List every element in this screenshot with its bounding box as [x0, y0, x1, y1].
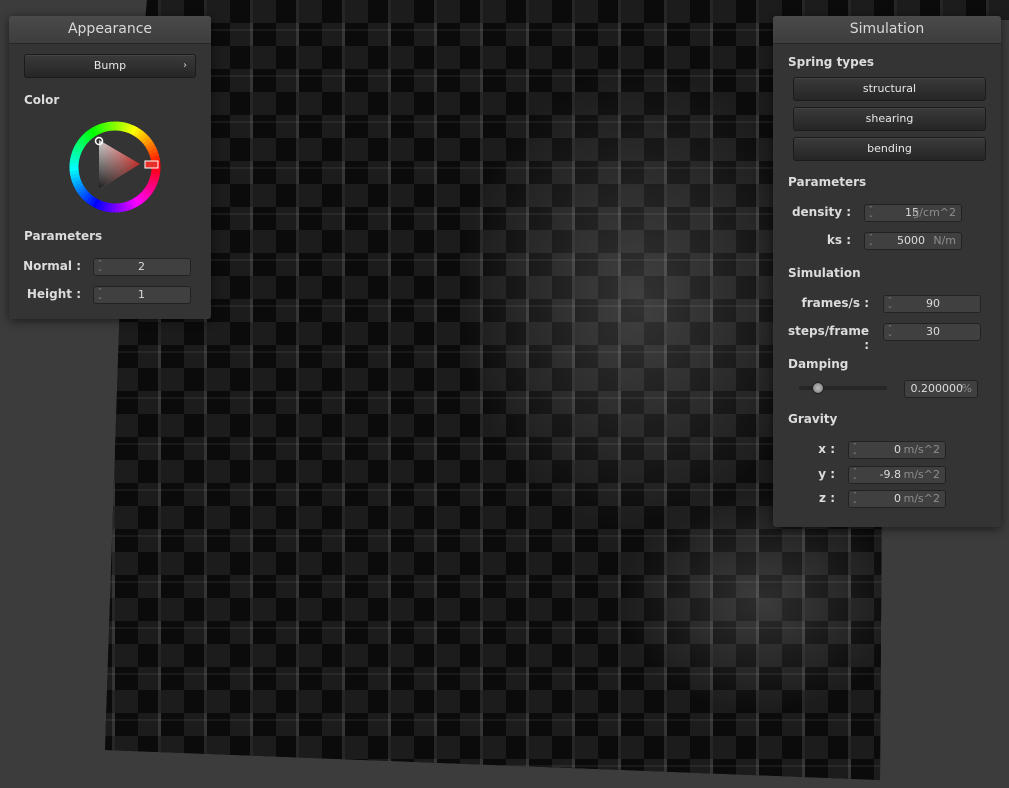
spinner-arrows-icon[interactable]: ⌃ ⌄ — [97, 260, 103, 273]
gravity-x-input[interactable]: ⌃ ⌄ 0 m/s^2 — [848, 441, 946, 459]
appearance-panel: Appearance Bump › Color Parameters Norma… — [9, 16, 211, 319]
height-label: Height : — [26, 287, 81, 301]
ks-input[interactable]: ⌃ ⌄ 5000 N/m — [864, 232, 962, 250]
spinner-arrows-icon[interactable]: ⌃ ⌄ — [852, 468, 858, 481]
gravity-x-unit: m/s^2 — [903, 443, 940, 456]
gravity-y-label: y : — [818, 467, 835, 481]
gravity-z-value: 0 — [894, 492, 901, 505]
frames-value: 90 — [926, 297, 940, 310]
simulation-panel-title: Simulation — [773, 16, 1001, 44]
simulation-panel: Simulation Spring types structural shear… — [773, 16, 1001, 527]
simulation-section-label: Simulation — [788, 266, 861, 280]
spinner-arrows-icon[interactable]: ⌃ ⌄ — [887, 297, 893, 310]
ks-unit: N/m — [933, 234, 956, 247]
gravity-x-label: x : — [818, 442, 835, 456]
gravity-x-value: 0 — [894, 443, 901, 456]
shader-select-button[interactable]: Bump › — [24, 54, 196, 78]
gravity-z-label: z : — [819, 491, 835, 505]
triangle-shade — [99, 140, 140, 189]
hue-picker-handle[interactable] — [144, 160, 159, 169]
steps-label: steps/frame : — [787, 324, 869, 352]
damping-value: 0.200000 — [910, 382, 964, 395]
spring-types-label: Spring types — [788, 55, 875, 69]
damping-slider-handle[interactable] — [811, 382, 824, 394]
spinner-arrows-icon[interactable]: ⌃ ⌄ — [887, 325, 893, 338]
shader-select-label: Bump — [93, 59, 127, 72]
spinner-arrows-icon[interactable]: ⌃ ⌄ — [868, 234, 874, 247]
steps-input[interactable]: ⌃ ⌄ 30 — [883, 323, 981, 341]
spinner-arrows-icon[interactable]: ⌃ ⌄ — [852, 443, 858, 456]
gravity-y-value: -9.8 — [879, 468, 901, 481]
damping-label: Damping — [788, 357, 849, 371]
ks-label: ks : — [826, 233, 851, 247]
shearing-button[interactable]: shearing — [793, 107, 986, 131]
damping-unit: % — [961, 382, 972, 395]
normal-input[interactable]: ⌃ ⌄ 2 — [93, 258, 191, 276]
normal-label: Normal : — [23, 259, 81, 273]
color-wheel[interactable] — [65, 117, 165, 217]
spinner-arrows-icon[interactable]: ⌃ ⌄ — [97, 288, 103, 301]
ks-value: 5000 — [897, 234, 925, 247]
gravity-z-input[interactable]: ⌃ ⌄ 0 m/s^2 — [848, 490, 946, 508]
height-input[interactable]: ⌃ ⌄ 1 — [93, 286, 191, 304]
chevron-right-icon: › — [183, 60, 187, 71]
normal-value: 2 — [138, 260, 145, 273]
gravity-label: Gravity — [788, 412, 838, 426]
frames-input[interactable]: ⌃ ⌄ 90 — [883, 295, 981, 313]
bending-button[interactable]: bending — [793, 137, 986, 161]
structural-button[interactable]: structural — [793, 77, 986, 101]
density-input[interactable]: ⌃ ⌄ 15 g/cm^2 — [864, 204, 962, 222]
gravity-z-unit: m/s^2 — [903, 492, 940, 505]
steps-value: 30 — [926, 325, 940, 338]
color-section-label: Color — [24, 93, 60, 107]
appearance-parameters-label: Parameters — [24, 229, 103, 243]
gravity-y-input[interactable]: ⌃ ⌄ -9.8 m/s^2 — [848, 466, 946, 484]
frames-label: frames/s : — [801, 296, 869, 310]
density-unit: g/cm^2 — [912, 206, 956, 219]
spinner-arrows-icon[interactable]: ⌃ ⌄ — [852, 492, 858, 505]
height-value: 1 — [138, 288, 145, 301]
appearance-panel-title: Appearance — [9, 16, 211, 44]
density-label: density : — [791, 205, 851, 219]
gravity-y-unit: m/s^2 — [903, 468, 940, 481]
spinner-arrows-icon[interactable]: ⌃ ⌄ — [868, 206, 874, 219]
damping-input[interactable]: 0.200000 % — [904, 380, 978, 398]
sim-parameters-label: Parameters — [788, 175, 867, 189]
